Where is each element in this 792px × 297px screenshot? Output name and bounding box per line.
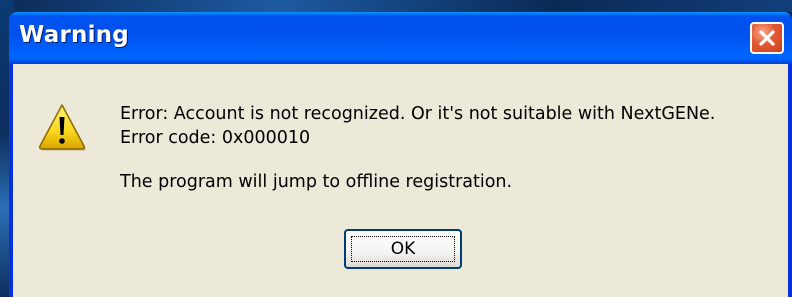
message-text: Error: Account is not recognized. Or it'… [120,102,715,194]
dialog-body: Error: Account is not recognized. Or it'… [13,64,788,297]
ok-button-label: OK [390,239,416,259]
error-message-line: Error: Account is not recognized. Or it'… [120,104,716,124]
title-bar[interactable]: Warning [9,12,792,64]
dialog-title: Warning [19,22,129,48]
ok-button[interactable]: OK [344,229,462,269]
close-button[interactable] [750,22,784,54]
warning-icon [39,104,86,151]
close-icon [759,30,775,46]
error-code-line: Error code: 0x000010 [120,128,311,148]
info-message-line: The program will jump to offline registr… [120,172,513,192]
warning-dialog: Warning Error: Account is not recognized… [9,12,792,297]
desktop-background [0,0,792,12]
